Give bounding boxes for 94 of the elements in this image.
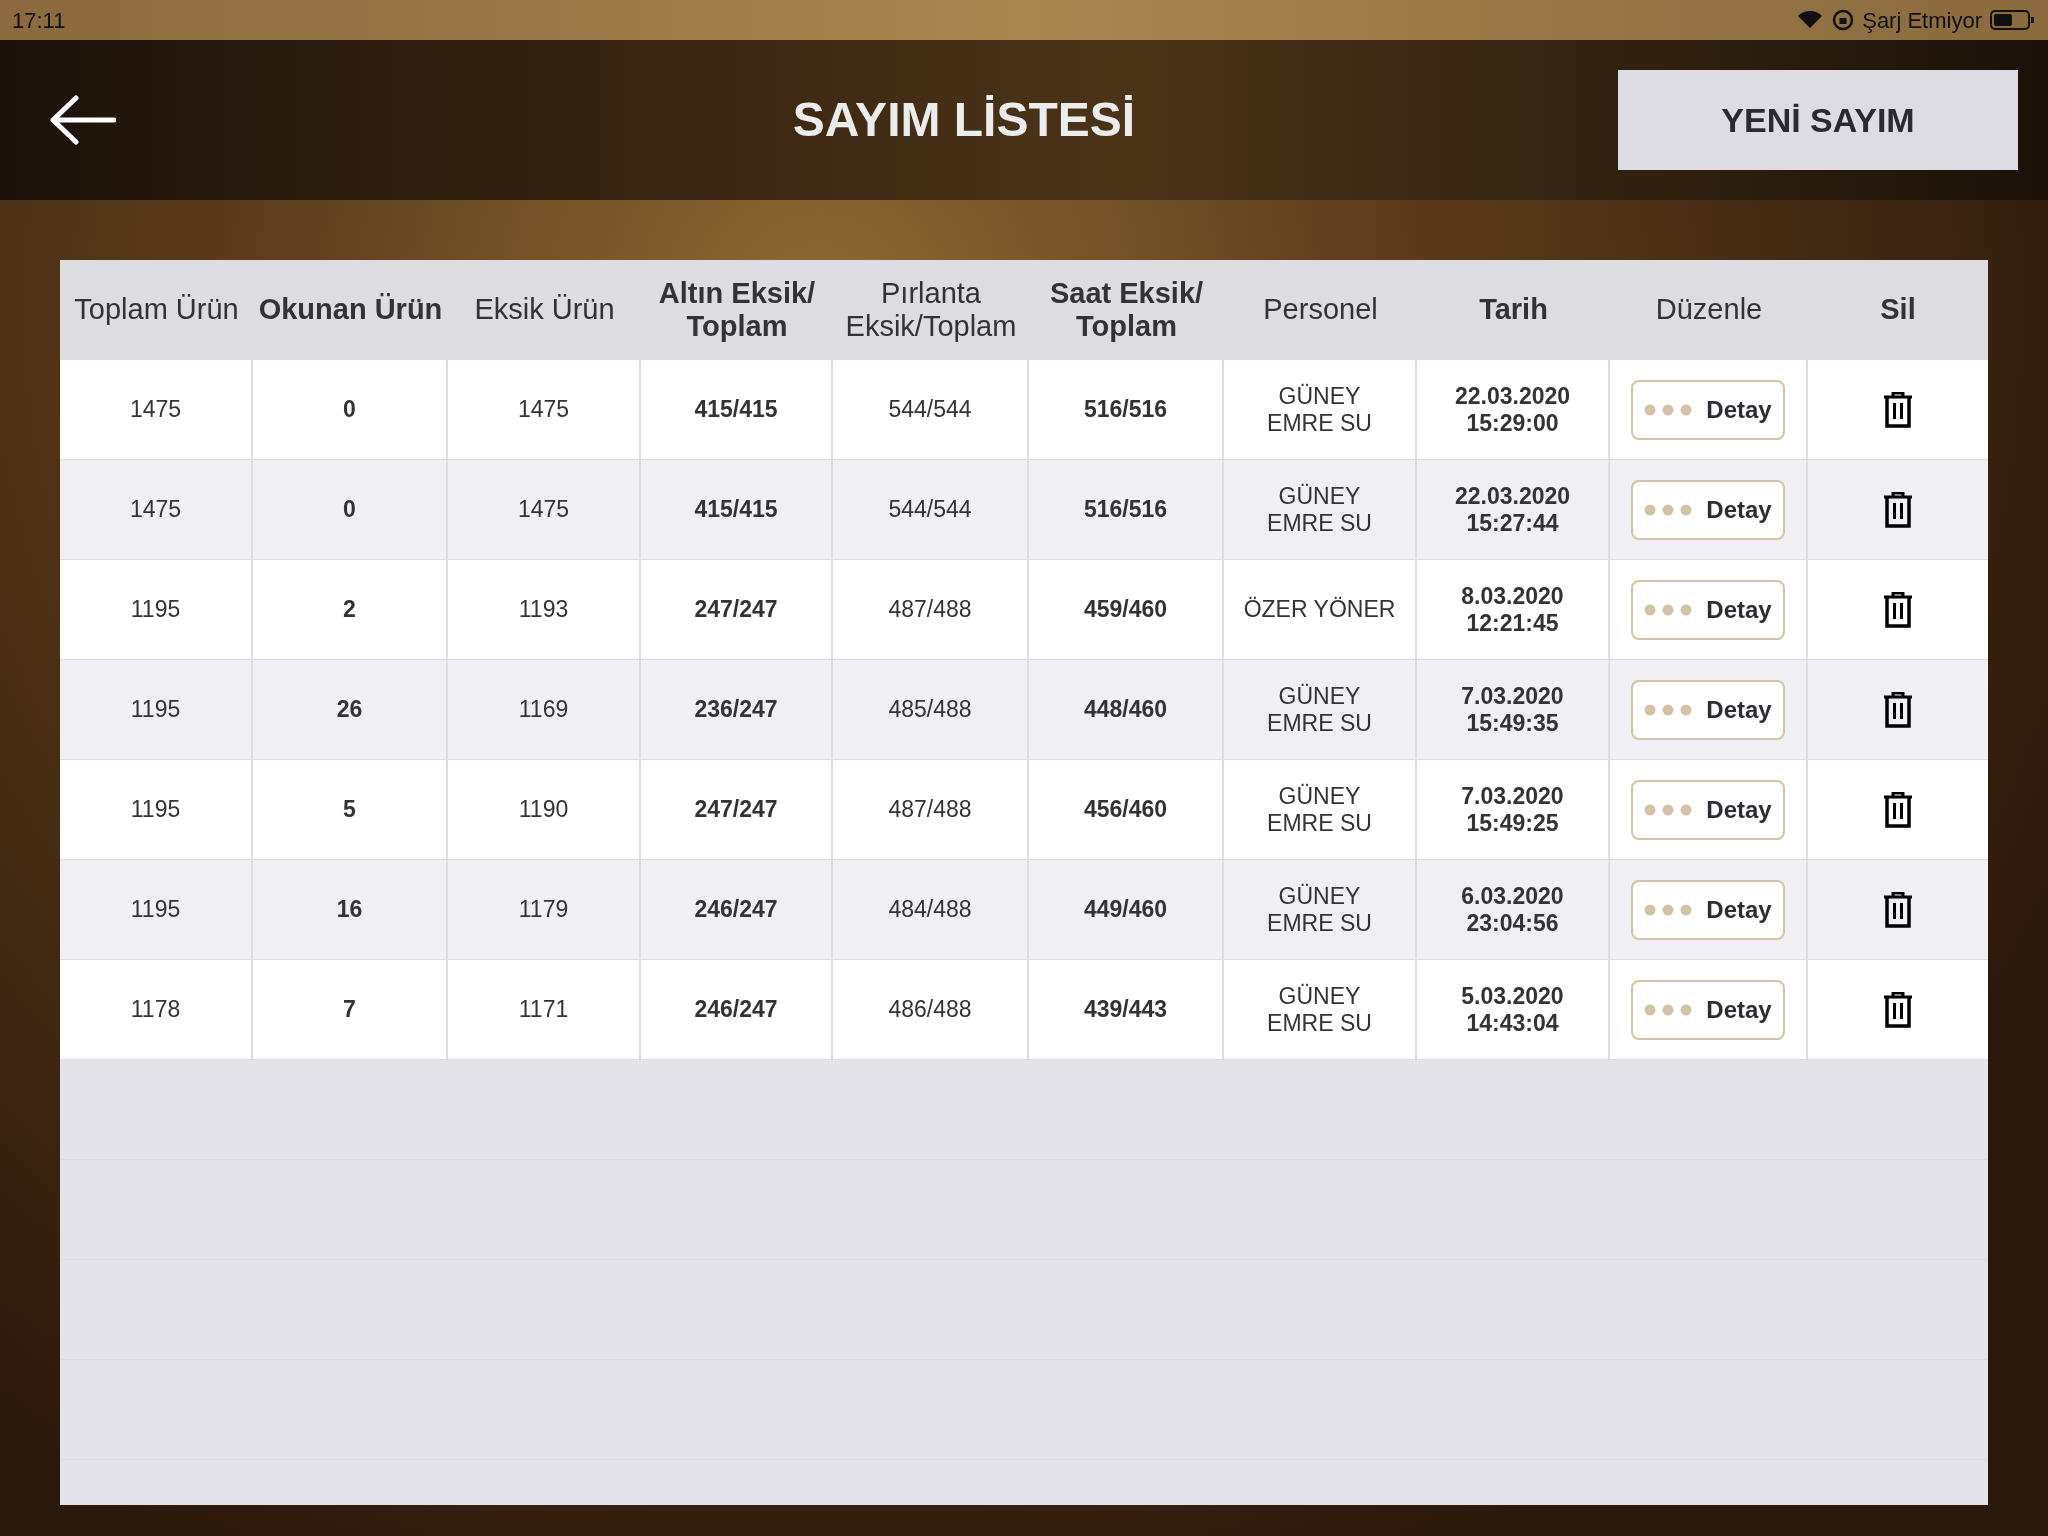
- detail-button[interactable]: Detay: [1631, 979, 1785, 1040]
- table-cell: 544/544: [888, 496, 972, 523]
- battery-icon: [1990, 9, 2036, 31]
- table-cell: 456/460: [1083, 796, 1168, 823]
- table-cell: 485/488: [888, 696, 972, 723]
- table-cell: 1475: [129, 396, 182, 423]
- table-cell: 5.03.2020 14:43:04: [1461, 983, 1564, 1036]
- delete-button[interactable]: [1883, 591, 1913, 628]
- dots-icon: [1644, 603, 1693, 616]
- dots-icon: [1644, 803, 1693, 816]
- column-header: Tarih: [1479, 293, 1548, 327]
- table-cell: 7.03.2020 15:49:25: [1461, 783, 1564, 836]
- table-cell: 1195: [130, 696, 181, 723]
- table-cell: 487/488: [888, 596, 972, 623]
- detail-button[interactable]: Detay: [1631, 579, 1785, 640]
- page-title: SAYIM LİSTESİ: [792, 92, 1136, 148]
- table-cell: 1195: [130, 896, 181, 923]
- detail-button[interactable]: Detay: [1631, 879, 1785, 940]
- detail-button[interactable]: Detay: [1631, 779, 1785, 840]
- dots-icon: [1644, 503, 1693, 516]
- table-cell: 484/488: [888, 896, 972, 923]
- column-header: Saat Eksik/ Toplam: [1049, 276, 1204, 344]
- table-cell: GÜNEY EMRE SU: [1267, 683, 1372, 736]
- column-header: Toplam Ürün: [74, 293, 239, 327]
- delete-button[interactable]: [1883, 691, 1913, 728]
- table-cell: 22.03.2020 15:29:00: [1454, 383, 1571, 436]
- delete-button[interactable]: [1883, 391, 1913, 428]
- table-cell: 0: [343, 496, 356, 523]
- table-cell: 1475: [129, 496, 182, 523]
- table-cell: 246/247: [694, 896, 778, 923]
- table-cell: 26: [336, 696, 363, 723]
- column-header: Okunan Ürün: [258, 293, 443, 327]
- table-cell: 1169: [518, 696, 569, 723]
- table-cell: 516/516: [1083, 496, 1168, 523]
- table-cell: GÜNEY EMRE SU: [1267, 983, 1372, 1036]
- table-cell: GÜNEY EMRE SU: [1267, 383, 1372, 436]
- table-cell: 247/247: [694, 796, 778, 823]
- table-cell: GÜNEY EMRE SU: [1267, 483, 1372, 536]
- table-cell: 16: [336, 896, 363, 923]
- detail-button[interactable]: Detay: [1631, 679, 1785, 740]
- rotation-lock-icon: [1832, 9, 1855, 31]
- table-cell: 246/247: [694, 996, 778, 1023]
- table-cell: 1171: [518, 996, 569, 1023]
- table-cell: 1475: [517, 496, 570, 523]
- table-cell: 1178: [130, 996, 181, 1023]
- table-cell: 1179: [518, 896, 569, 923]
- table-cell: 415/415: [694, 496, 778, 523]
- delete-button[interactable]: [1883, 991, 1913, 1028]
- table-cell: GÜNEY EMRE SU: [1267, 783, 1372, 836]
- table-cell: 247/247: [694, 596, 778, 623]
- table-cell: 486/488: [888, 996, 972, 1023]
- table-cell: ÖZER YÖNER: [1243, 596, 1396, 623]
- column-header: Pırlanta Eksik/Toplam: [845, 276, 1017, 344]
- table-cell: 449/460: [1083, 896, 1168, 923]
- delete-button[interactable]: [1883, 891, 1913, 928]
- column-header: Eksik Ürün: [474, 293, 615, 327]
- wifi-icon: [1796, 10, 1825, 30]
- table-cell: 1190: [518, 796, 569, 823]
- table-cell: 6.03.2020 23:04:56: [1461, 883, 1564, 936]
- column-header: Düzenle: [1655, 293, 1763, 327]
- status-time: 17:11: [12, 6, 66, 35]
- table-cell: 415/415: [694, 396, 778, 423]
- table-cell: 236/247: [694, 696, 778, 723]
- table-cell: 1475: [517, 396, 570, 423]
- table-cell: 448/460: [1083, 696, 1168, 723]
- column-header: Personel: [1263, 293, 1378, 327]
- table-cell: 0: [343, 396, 356, 423]
- table-cell: 5: [343, 796, 356, 823]
- column-header: Altın Eksik/ Toplam: [658, 276, 816, 344]
- table-cell: 516/516: [1083, 396, 1168, 423]
- dots-icon: [1644, 1003, 1693, 1016]
- column-header: Sil: [1880, 293, 1916, 327]
- table-cell: 487/488: [888, 796, 972, 823]
- detail-button[interactable]: Detay: [1631, 479, 1785, 540]
- dots-icon: [1644, 403, 1693, 416]
- table-cell: 2: [343, 596, 356, 623]
- table-cell: 1195: [130, 796, 181, 823]
- detail-button[interactable]: Detay: [1631, 379, 1785, 440]
- table-cell: 459/460: [1083, 596, 1168, 623]
- dots-icon: [1644, 703, 1693, 716]
- delete-button[interactable]: [1883, 491, 1913, 528]
- table-cell: 1195: [130, 596, 181, 623]
- charging-status: Şarj Etmiyor: [1862, 6, 1982, 35]
- delete-button[interactable]: [1883, 791, 1913, 828]
- table-cell: 7: [343, 996, 356, 1023]
- table-cell: GÜNEY EMRE SU: [1267, 883, 1372, 936]
- table-cell: 22.03.2020 15:27:44: [1454, 483, 1571, 536]
- table-cell: 544/544: [888, 396, 972, 423]
- table-cell: 8.03.2020 12:21:45: [1461, 583, 1564, 636]
- dots-icon: [1644, 903, 1693, 916]
- table-cell: 7.03.2020 15:49:35: [1461, 683, 1564, 736]
- table-cell: 439/443: [1083, 996, 1168, 1023]
- new-count-button[interactable]: YENİ SAYIM: [1618, 70, 2018, 170]
- table-cell: 1193: [518, 596, 569, 623]
